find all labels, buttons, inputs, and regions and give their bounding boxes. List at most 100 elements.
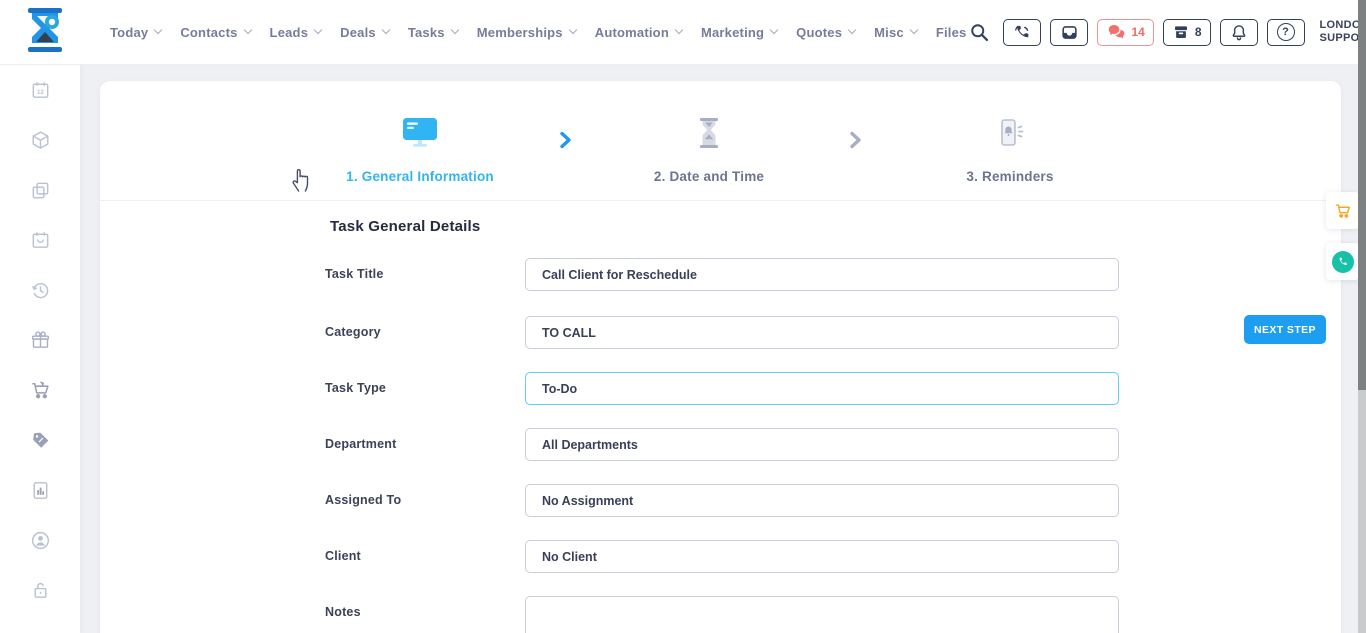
sidebar-lock-icon[interactable] (28, 579, 52, 602)
task-wizard-card: 1. General Information 2. Date and Time (100, 81, 1341, 633)
notifications-button[interactable] (1220, 19, 1258, 46)
step-chevron-gray-icon (848, 131, 863, 149)
cart-orange-icon (1333, 201, 1353, 221)
nav-memberships-label: Memberships (477, 25, 563, 40)
nav-contacts-label: Contacts (180, 25, 237, 40)
archive-box-icon (1172, 23, 1190, 41)
top-navigation-bar: Today Contacts Leads Deals Tasks Members… (0, 0, 1366, 65)
question-mark-icon: ? (1277, 23, 1295, 41)
main-menu: Today Contacts Leads Deals Tasks Members… (110, 25, 966, 40)
search-icon[interactable] (966, 19, 992, 45)
notes-textarea[interactable] (525, 596, 1119, 633)
sidebar-cube-icon[interactable] (28, 129, 52, 152)
chat-messages-button[interactable]: 14 (1097, 19, 1153, 46)
phone-in-talk-icon (1013, 23, 1032, 42)
nav-automation-label: Automation (595, 25, 669, 40)
nav-marketing-label: Marketing (701, 25, 764, 40)
sidebar-report-icon[interactable] (28, 479, 52, 502)
orders-box-button[interactable]: 8 (1163, 19, 1211, 46)
nav-misc-label: Misc (874, 25, 904, 40)
app-logo-hourglass-icon[interactable] (20, 6, 70, 59)
chevron-down-icon (910, 26, 918, 34)
orders-count-badge: 8 (1195, 25, 1202, 39)
sidebar-calendar-check-icon[interactable] (28, 229, 52, 252)
chevron-down-icon (848, 26, 856, 34)
svg-text:12: 12 (37, 89, 44, 96)
chevron-down-icon (314, 26, 322, 34)
chevron-down-icon (243, 26, 251, 34)
phone-teal-icon (1332, 251, 1354, 273)
chevron-down-icon (770, 26, 778, 34)
hourglass-icon (599, 117, 819, 149)
nav-automation[interactable]: Automation (595, 25, 682, 40)
nav-marketing[interactable]: Marketing (701, 25, 777, 40)
monitor-icon (310, 117, 530, 149)
left-icon-sidebar: 12 (0, 65, 80, 633)
step3-label: 3. Reminders (900, 169, 1120, 184)
chevron-down-icon (382, 26, 390, 34)
nav-tasks-label: Tasks (408, 25, 445, 40)
client-input[interactable] (525, 540, 1119, 573)
chevron-down-icon (154, 26, 162, 34)
bell-icon (1230, 23, 1248, 42)
sidebar-copy-pages-icon[interactable] (28, 179, 52, 202)
task-type-label: Task Type (325, 372, 525, 405)
department-input[interactable] (525, 428, 1119, 461)
chat-count-badge: 14 (1131, 25, 1144, 39)
nav-misc[interactable]: Misc (874, 25, 917, 40)
sidebar-gift-icon[interactable] (28, 329, 52, 352)
task-title-label: Task Title (325, 258, 525, 291)
nav-quotes-label: Quotes (796, 25, 842, 40)
step-date-and-time[interactable]: 2. Date and Time (599, 117, 819, 184)
inbox-button[interactable] (1050, 19, 1088, 46)
nav-deals[interactable]: Deals (340, 25, 389, 40)
floating-cart-button[interactable] (1326, 192, 1359, 229)
nav-today-label: Today (110, 25, 148, 40)
assigned-to-input[interactable] (525, 484, 1119, 517)
app-window: Today Contacts Leads Deals Tasks Members… (0, 0, 1366, 633)
nav-quotes[interactable]: Quotes (796, 25, 855, 40)
nav-leads-label: Leads (270, 25, 309, 40)
nav-memberships[interactable]: Memberships (477, 25, 576, 40)
department-label: Department (325, 428, 525, 461)
nav-leads[interactable]: Leads (270, 25, 322, 40)
sidebar-user-circle-icon[interactable] (28, 529, 52, 552)
floating-phone-button[interactable] (1326, 243, 1359, 280)
assigned-to-label: Assigned To (325, 484, 525, 517)
notes-label: Notes (325, 596, 525, 629)
form-title: Task General Details (330, 218, 480, 235)
chevron-down-icon (675, 26, 683, 34)
nav-tasks[interactable]: Tasks (408, 25, 458, 40)
chevron-down-icon (569, 26, 577, 34)
vertical-scrollbar-thumb[interactable] (1358, 0, 1366, 390)
category-label: Category (325, 316, 525, 349)
nav-files-label: Files (936, 25, 967, 40)
step2-label: 2. Date and Time (599, 169, 819, 184)
sidebar-calendar-12-icon[interactable]: 12 (28, 79, 52, 102)
step-general-information[interactable]: 1. General Information (310, 117, 530, 184)
chevron-down-icon (450, 26, 458, 34)
category-input[interactable] (525, 316, 1119, 349)
nav-today[interactable]: Today (110, 25, 161, 40)
phone-reminder-icon (900, 117, 1120, 149)
task-title-input[interactable] (525, 258, 1119, 291)
sidebar-tag-icon[interactable] (28, 429, 52, 452)
client-label: Client (325, 540, 525, 573)
inbox-tray-icon (1060, 23, 1079, 42)
section-divider (100, 200, 1341, 201)
phone-call-button[interactable] (1003, 19, 1041, 46)
sidebar-cart-icon[interactable] (28, 379, 52, 402)
step-reminders[interactable]: 3. Reminders (900, 117, 1120, 184)
task-type-input[interactable] (525, 372, 1119, 405)
nav-files[interactable]: Files (936, 25, 967, 40)
chat-bubbles-icon (1106, 23, 1126, 41)
nav-deals-label: Deals (340, 25, 376, 40)
topbar-actions: 14 8 ? LONDON SUP (966, 14, 1366, 50)
next-step-button[interactable]: NEXT STEP (1244, 315, 1326, 344)
step-chevron-blue-icon (558, 131, 573, 149)
vertical-scrollbar-track[interactable] (1358, 0, 1366, 633)
help-button[interactable]: ? (1267, 19, 1305, 46)
sidebar-history-icon[interactable] (28, 279, 52, 302)
nav-contacts[interactable]: Contacts (180, 25, 250, 40)
step1-label: 1. General Information (310, 169, 530, 184)
